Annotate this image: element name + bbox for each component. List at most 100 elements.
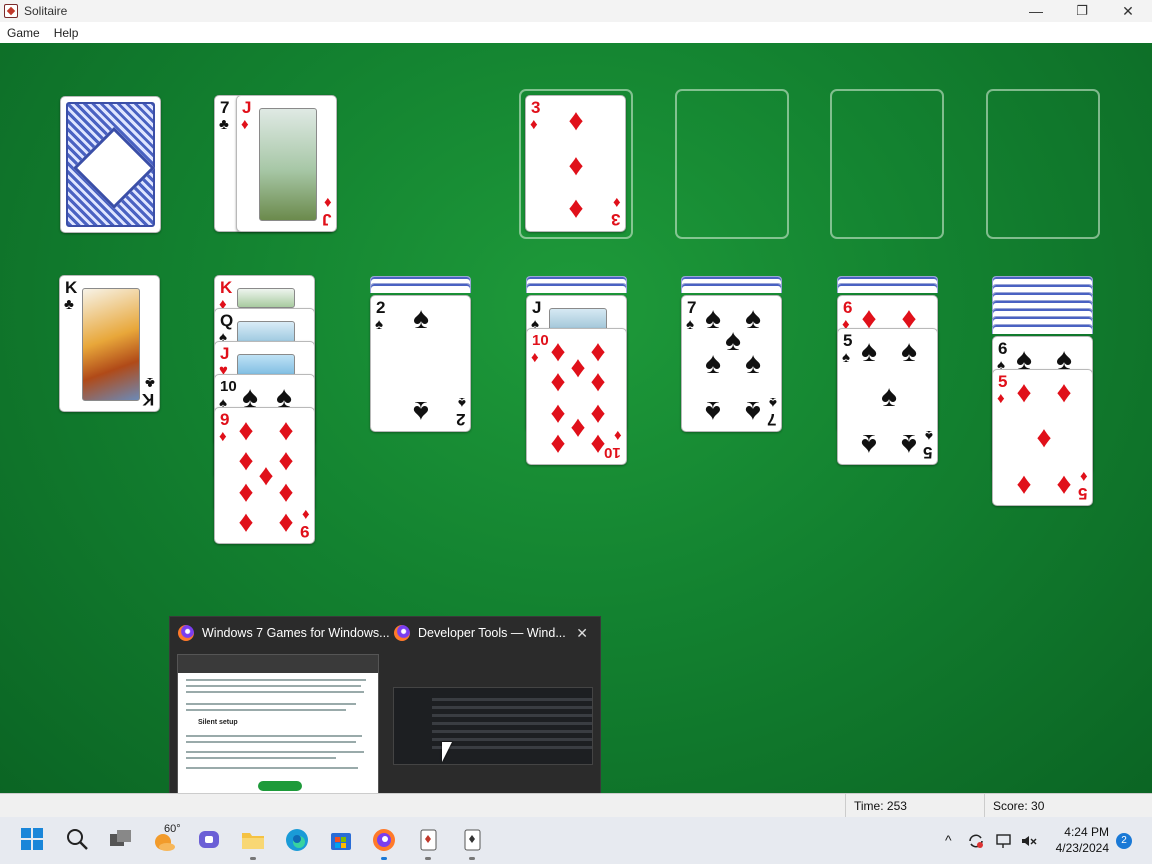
thumbnail-browser-toolbar — [178, 655, 378, 673]
tableau-7-5-diamonds[interactable]: 5 ♦ ♦ ♦ ♦ ♦ ♦ 5 ♦ — [992, 369, 1093, 506]
close-button[interactable]: ✕ — [1105, 0, 1151, 22]
tableau-4-10-diamonds[interactable]: 10 ♦ ♦ ♦ ♦ ♦ ♦ ♦ ♦ ♦ ♦ ♦ 10 ♦ — [526, 328, 627, 465]
foundation-slot-4[interactable] — [986, 89, 1100, 239]
tableau-2-9-diamonds[interactable]: 9 ♦ ♦ ♦ ♦ ♦ ♦ ♦ ♦ ♦ ♦ 9 ♦ — [214, 407, 315, 544]
card-pip: ♠ — [881, 380, 897, 413]
card-pip: ♦ — [238, 507, 254, 540]
restore-button[interactable]: ❐ — [1059, 0, 1105, 22]
card-suit: ♠ — [375, 316, 383, 333]
notification-badge[interactable]: 2 — [1116, 833, 1132, 849]
card-rank-bottom: 7 — [766, 410, 776, 429]
menu-game[interactable]: Game — [0, 26, 47, 40]
card-suit: ♠ — [686, 316, 694, 333]
time-label: Time: — [854, 799, 884, 813]
card-rank-bottom: 10 — [604, 444, 621, 461]
card-suit-bottom: ♦ — [324, 194, 332, 211]
volume-muted-icon[interactable] — [1020, 832, 1038, 853]
system-clock[interactable]: 4:24 PM 4/23/2024 — [1056, 824, 1109, 856]
mouse-cursor-icon — [442, 742, 452, 762]
card-rank: 3 — [531, 98, 541, 117]
teams-chat-icon[interactable] — [196, 827, 222, 853]
card-pip: ♦ — [568, 193, 584, 226]
sync-icon[interactable] — [967, 832, 985, 853]
task-view-icon[interactable] — [108, 827, 134, 853]
menu-help[interactable]: Help — [47, 26, 86, 40]
card-rank: J — [220, 344, 230, 363]
weather-widget[interactable]: 60° — [152, 823, 188, 853]
preview-title-1[interactable]: Windows 7 Games for Windows... — [178, 625, 390, 641]
preview-title-2[interactable]: Developer Tools — Wind... — [394, 625, 566, 641]
waste-card-jack-diamonds[interactable]: J ♦ J ♦ — [236, 95, 337, 232]
title-bar: Solitaire — ❐ ✕ — [0, 0, 1152, 22]
status-bar: Time: 253 Score: 30 — [0, 793, 1152, 818]
solitaire-app-icon — [4, 4, 18, 18]
card-rank: 9 — [220, 410, 230, 429]
devtools-row — [432, 730, 592, 733]
microsoft-store-icon[interactable] — [328, 827, 354, 853]
devtools-row — [432, 706, 592, 709]
card-rank: 6 — [843, 298, 853, 317]
search-icon[interactable] — [65, 827, 91, 853]
solitaire-taskbar-icon-2[interactable] — [459, 827, 485, 853]
firefox-taskbar-icon[interactable] — [371, 827, 397, 853]
tableau-1-king-clubs[interactable]: K ♣ K ♣ — [59, 275, 160, 412]
tableau-7-hidden-card — [992, 324, 1093, 334]
tableau-6-hidden-card — [837, 283, 938, 293]
thumbnail-text-line — [186, 709, 346, 711]
devtools-row — [432, 714, 592, 717]
status-score: Score: 30 — [984, 794, 1152, 818]
card-rank: J — [242, 98, 252, 117]
card-pip: ♦ — [590, 365, 606, 398]
tableau-5-7-spades[interactable]: 7 ♠ ♠ ♠ ♠ ♠ ♠ ♠ ♠ 7 ♠ — [681, 295, 782, 432]
running-indicator — [250, 857, 256, 860]
card-rank: 5 — [998, 372, 1008, 391]
running-indicator — [425, 857, 431, 860]
card-pip: ♦ — [1056, 376, 1072, 409]
card-pip: ♦ — [568, 149, 584, 182]
firefox-icon — [394, 625, 410, 641]
thumbnail-text-line — [186, 741, 356, 743]
foundation-card-3-diamonds[interactable]: 3 ♦ ♦ ♦ ♦ 3 ♦ — [525, 95, 626, 232]
tray-chevron-icon[interactable]: ^ — [945, 832, 952, 848]
foundation-slot-2[interactable] — [675, 89, 789, 239]
card-pip: ♦ — [1016, 469, 1032, 502]
devtools-row — [432, 698, 592, 701]
preview-thumbnail-2[interactable] — [393, 687, 593, 765]
card-pip: ♦ — [1016, 376, 1032, 409]
card-pip: ♠ — [861, 428, 877, 461]
card-suit: ♣ — [219, 116, 229, 133]
thumbnail-text-line — [186, 735, 362, 737]
thumbnail-text-line — [186, 757, 336, 759]
time-value: 253 — [886, 799, 907, 813]
card-suit-bottom: ♦ — [614, 427, 622, 444]
thumbnail-text-line — [186, 691, 364, 693]
solitaire-taskbar-icon[interactable] — [415, 827, 441, 853]
taskbar-window-preview: Windows 7 Games for Windows... Developer… — [169, 616, 601, 804]
card-suit: ♦ — [219, 428, 227, 445]
stock-pile[interactable] — [60, 96, 161, 233]
thumbnail-green-button — [258, 781, 302, 791]
start-windows-icon[interactable] — [20, 827, 46, 853]
foundation-slot-3[interactable] — [830, 89, 944, 239]
tableau-3-2-spades[interactable]: 2 ♠ ♠ ♠ 2 ♠ — [370, 295, 471, 432]
tableau-6-5-spades[interactable]: 5 ♠ ♠ ♠ ♠ ♠ ♠ 5 ♠ — [837, 328, 938, 465]
card-suit-bottom: ♦ — [302, 506, 310, 523]
queen-artwork — [237, 321, 295, 343]
network-icon[interactable] — [995, 832, 1013, 853]
card-pip: ♦ — [278, 414, 294, 447]
preview-close-icon[interactable]: ✕ — [576, 625, 588, 642]
card-pip: ♦ — [238, 414, 254, 447]
thumbnail-text-line — [186, 751, 364, 753]
file-explorer-icon[interactable] — [240, 827, 266, 853]
card-rank: J — [532, 298, 542, 317]
minimize-button[interactable]: — — [1013, 0, 1059, 22]
devtools-row — [432, 738, 592, 741]
card-pip: ♠ — [705, 395, 721, 428]
card-pip: ♦ — [1056, 469, 1072, 502]
card-pip: ♦ — [1036, 421, 1052, 454]
card-pip: ♦ — [238, 477, 254, 510]
thumbnail-text-line — [186, 767, 358, 769]
edge-browser-icon[interactable] — [284, 827, 310, 853]
card-rank-bottom: K — [141, 390, 154, 409]
preview-thumbnail-1[interactable]: Silent setup — [177, 654, 379, 798]
